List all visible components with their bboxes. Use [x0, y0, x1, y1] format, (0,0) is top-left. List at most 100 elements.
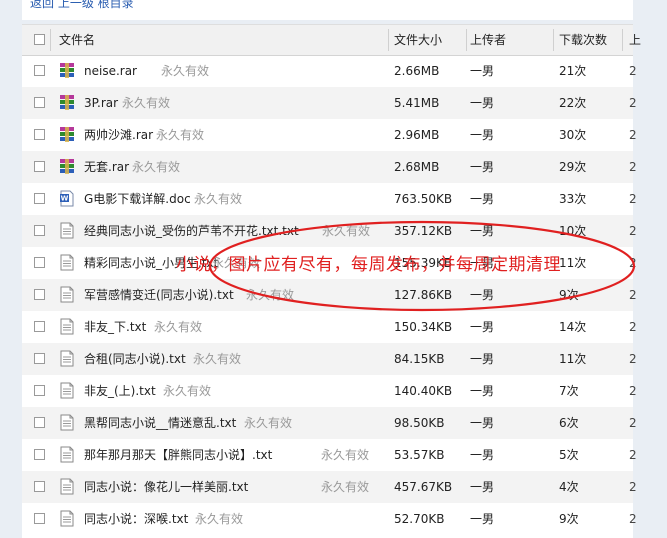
uploader-name[interactable]: 一男 [470, 151, 494, 183]
file-name-link[interactable]: 非友_下.txt [84, 311, 146, 343]
table-row[interactable]: 两帅沙滩.rar 永久有效 2.96MB 一男 30次 2 [22, 119, 637, 151]
uploader-name[interactable]: 一男 [470, 471, 494, 503]
download-count: 4次 [559, 480, 579, 494]
file-name-link[interactable]: 同志小说：像花儿一样美丽.txt [84, 471, 248, 503]
validity-label: 永久有效 [246, 288, 295, 302]
truncated-column-value: 2 [629, 128, 637, 142]
table-row[interactable]: 非友_下.txt 永久有效 150.34KB 一男 14次 2 [22, 311, 637, 343]
file-size: 357.12KB [394, 224, 453, 238]
uploader-name[interactable]: 一男 [470, 343, 494, 375]
text-file-icon [59, 222, 75, 239]
validity-label: 永久有效 [122, 96, 171, 110]
table-header: 文件名 文件大小 上传者 下载次数 上 [22, 24, 641, 56]
truncated-column-value: 2 [629, 160, 637, 174]
header-downloads[interactable]: 下载次数 [559, 25, 607, 55]
table-row[interactable]: 经典同志小说_受伤的芦苇不开花.txt.txt 永久有效 357.12KB 一男 10次… [22, 215, 637, 247]
uploader-name[interactable]: 一男 [470, 375, 494, 407]
row-checkbox[interactable] [34, 385, 45, 396]
text-file-icon [59, 286, 75, 303]
truncated-column-value: 2 [629, 320, 637, 334]
file-size: 457.67KB [394, 480, 453, 494]
row-checkbox[interactable] [34, 129, 45, 140]
row-checkbox[interactable] [34, 257, 45, 268]
table-row[interactable]: 合租(同志小说).txt 永久有效 84.15KB 一男 11次 2 [22, 343, 637, 375]
file-name-link[interactable]: 黑帮同志小说__情迷意乱.txt [84, 407, 236, 439]
truncated-column-value: 2 [629, 448, 637, 462]
file-size: 2.68MB [394, 160, 440, 174]
row-checkbox[interactable] [34, 417, 45, 428]
download-count: 22次 [559, 96, 587, 110]
file-name-link[interactable]: 军营感情变迁(同志小说).txt [84, 279, 234, 311]
file-name-link[interactable]: 两帅沙滩.rar [84, 119, 153, 151]
file-name-link[interactable]: 合租(同志小说).txt [84, 343, 186, 375]
row-checkbox[interactable] [34, 321, 45, 332]
truncated-column-value: 2 [629, 416, 637, 430]
uploader-name[interactable]: 一男 [470, 55, 494, 87]
table-row[interactable]: 同志小说：像花儿一样美丽.txt 永久有效 457.67KB 一男 4次 2 [22, 471, 637, 503]
file-name-link[interactable]: 非友_(上).txt [84, 375, 156, 407]
table-row[interactable]: 同志小说：深喉.txt 永久有效 52.70KB 一男 9次 2 [22, 503, 637, 535]
file-list-panel: 文件名 文件大小 上传者 下载次数 上 neise.rar 永久有效 2.66MB 一… [22, 24, 641, 538]
uploader-name[interactable]: 一男 [470, 183, 494, 215]
truncated-column-value: 2 [629, 192, 637, 206]
table-row[interactable]: 无套.rar 永久有效 2.68MB 一男 29次 2 [22, 151, 637, 183]
uploader-name[interactable]: 一男 [470, 119, 494, 151]
table-row[interactable]: neise.rar 永久有效 2.66MB 一男 21次 2 [22, 55, 637, 87]
file-name-link[interactable]: neise.rar [84, 55, 137, 87]
row-checkbox[interactable] [34, 161, 45, 172]
download-count: 6次 [559, 416, 579, 430]
winrar-icon [59, 94, 75, 111]
truncated-column-value: 2 [629, 352, 637, 366]
row-checkbox[interactable] [34, 353, 45, 364]
row-checkbox[interactable] [34, 65, 45, 76]
validity-label: 永久有效 [163, 384, 212, 398]
column-divider [50, 29, 51, 51]
table-row[interactable]: 黑帮同志小说__情迷意乱.txt 永久有效 98.50KB 一男 6次 2 [22, 407, 637, 439]
uploader-name[interactable]: 一男 [470, 439, 494, 471]
header-uploader[interactable]: 上传者 [470, 25, 506, 55]
table-row[interactable]: 3P.rar 永久有效 5.41MB 一男 22次 2 [22, 87, 637, 119]
uploader-name[interactable]: 一男 [470, 503, 494, 535]
validity-label: 永久有效 [244, 416, 293, 430]
file-name-link[interactable]: 经典同志小说_受伤的芦苇不开花.txt.txt [84, 215, 299, 247]
validity-label: 永久有效 [156, 128, 205, 142]
uploader-name[interactable]: 一男 [470, 311, 494, 343]
select-all-checkbox[interactable] [34, 34, 45, 45]
column-divider [466, 29, 467, 51]
text-file-icon [59, 446, 75, 463]
table-row[interactable]: 军营感情变迁(同志小说).txt 永久有效 127.86KB 一男 9次 2 [22, 279, 637, 311]
uploader-name[interactable]: 一男 [470, 407, 494, 439]
validity-label: 永久有效 [321, 448, 370, 462]
uploader-name[interactable]: 一男 [470, 279, 494, 311]
row-checkbox[interactable] [34, 513, 45, 524]
table-row[interactable]: 那年那月那天【胖熊同志小说】.txt 永久有效 53.57KB 一男 5次 2 [22, 439, 637, 471]
file-name-link[interactable]: 同志小说：深喉.txt [84, 503, 188, 535]
table-row[interactable]: W G电影下载详解.doc 永久有效 763.50KB 一男 33次 2 [22, 183, 637, 215]
uploader-name[interactable]: 一男 [470, 87, 494, 119]
download-count: 9次 [559, 288, 579, 302]
column-divider [622, 29, 623, 51]
file-name-link[interactable]: 无套.rar [84, 151, 129, 183]
truncated-column-value: 2 [629, 64, 637, 78]
file-size: 127.86KB [394, 288, 453, 302]
file-name-link[interactable]: 3P.rar [84, 87, 118, 119]
header-filename[interactable]: 文件名 [59, 25, 95, 55]
row-checkbox[interactable] [34, 193, 45, 204]
row-checkbox[interactable] [34, 289, 45, 300]
header-filesize[interactable]: 文件大小 [394, 25, 442, 55]
download-count: 33次 [559, 192, 587, 206]
row-checkbox[interactable] [34, 481, 45, 492]
breadcrumb[interactable]: 返回 上一级 根目录 [30, 0, 134, 11]
truncated-column-value: 2 [629, 288, 637, 302]
file-name-link[interactable]: 那年那月那天【胖熊同志小说】.txt [84, 439, 272, 471]
file-name-link[interactable]: G电影下载详解.doc [84, 183, 191, 215]
row-checkbox[interactable] [34, 449, 45, 460]
row-checkbox[interactable] [34, 225, 45, 236]
truncated-column-value: 2 [629, 256, 637, 270]
table-row[interactable]: 非友_(上).txt 永久有效 140.40KB 一男 7次 2 [22, 375, 637, 407]
row-checkbox[interactable] [34, 97, 45, 108]
uploader-name[interactable]: 一男 [470, 215, 494, 247]
file-size: 5.41MB [394, 96, 440, 110]
file-size: 98.50KB [394, 416, 445, 430]
file-size: 52.70KB [394, 512, 445, 526]
